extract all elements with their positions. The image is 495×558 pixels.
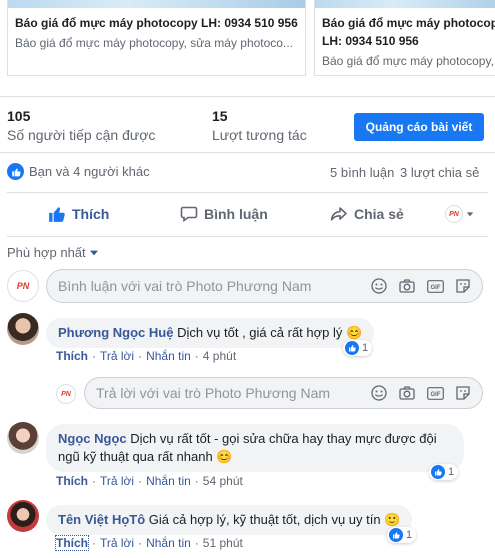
comment-time[interactable]: 4 phút bbox=[203, 349, 236, 363]
shares-count[interactable]: 3 lượt chia sẻ bbox=[400, 165, 479, 180]
emoji-icon[interactable] bbox=[370, 384, 388, 402]
comment-message-link[interactable]: Nhắn tin bbox=[146, 536, 191, 550]
reaction-summary-text: Bạn và 4 người khác bbox=[29, 164, 150, 179]
comment-reply-link[interactable]: Trả lời bbox=[100, 474, 134, 488]
comment-bubble: Tên Việt HọTô Giá cả hợp lý, kỹ thuật tố… bbox=[46, 505, 413, 535]
chevron-down-icon bbox=[466, 212, 474, 217]
comment-reactions[interactable]: 1 bbox=[343, 340, 373, 356]
link-preview-card[interactable]: Báo giá đổ mực máy photocopy LH: 0934 51… bbox=[7, 0, 306, 76]
like-button[interactable]: Thích bbox=[48, 196, 109, 232]
comment-actions: Thích · Trả lời · Nhắn tin · 51 phút bbox=[55, 535, 243, 551]
emoji-icon[interactable] bbox=[370, 277, 388, 295]
comment-label: Bình luận bbox=[204, 206, 268, 222]
engagement-label: Lượt tương tác bbox=[212, 127, 307, 143]
comment-reactions[interactable]: 1 bbox=[429, 464, 459, 480]
avatar[interactable] bbox=[7, 422, 39, 454]
reaction-count: 1 bbox=[448, 466, 455, 478]
comment-message-link[interactable]: Nhắn tin bbox=[146, 474, 191, 488]
comment-text: Dịch vụ tốt , giá cả rất hợp lý bbox=[177, 325, 343, 340]
reaction-count: 1 bbox=[362, 342, 369, 354]
boost-post-button[interactable]: Quảng cáo bài viết bbox=[354, 113, 484, 141]
comment-input[interactable]: Bình luận với vai trò Photo Phương Nam G… bbox=[46, 269, 483, 303]
share-icon bbox=[330, 207, 347, 221]
comment-author[interactable]: Ngọc Ngọc bbox=[58, 431, 127, 446]
comment-like-link[interactable]: Thích bbox=[56, 474, 88, 488]
comment-sort-dropdown[interactable]: Phù hợp nhất bbox=[7, 245, 98, 260]
divider bbox=[0, 152, 495, 153]
page-avatar: PN bbox=[56, 384, 76, 404]
comment-like-link[interactable]: Thích bbox=[55, 535, 89, 551]
camera-icon[interactable] bbox=[398, 384, 416, 402]
page-avatar: PN bbox=[7, 270, 39, 302]
svg-text:GIF: GIF bbox=[430, 392, 440, 398]
reach-value: 105 bbox=[7, 108, 31, 124]
divider bbox=[0, 96, 495, 97]
like-reaction-icon bbox=[345, 341, 359, 355]
comment-actions: Thích · Trả lời · Nhắn tin · 54 phút bbox=[56, 474, 243, 488]
like-reaction-icon bbox=[389, 528, 403, 542]
sticker-icon[interactable] bbox=[454, 277, 472, 295]
comment-author[interactable]: Phương Ngọc Huệ bbox=[58, 325, 173, 340]
share-label: Chia sẻ bbox=[354, 206, 404, 222]
reaction-summary[interactable]: Bạn và 4 người khác bbox=[7, 163, 150, 180]
svg-text:GIF: GIF bbox=[430, 285, 440, 291]
comment-reply-link[interactable]: Trả lời bbox=[100, 536, 134, 550]
engagement-value: 15 bbox=[212, 108, 228, 124]
divider bbox=[7, 236, 488, 237]
gif-icon[interactable]: GIF bbox=[426, 384, 444, 402]
like-reaction-icon bbox=[431, 465, 445, 479]
link-preview-card[interactable]: Báo giá đổ mực máy photocopy LH: 0934 51… bbox=[314, 0, 495, 76]
comment-reply-link[interactable]: Trả lời bbox=[100, 349, 134, 363]
comment-bubble: Phương Ngọc Huệ Dịch vụ tốt , giá cả rất… bbox=[46, 318, 375, 348]
camera-icon[interactable] bbox=[398, 277, 416, 295]
thumbs-up-icon bbox=[49, 207, 65, 222]
reply-input[interactable]: Trả lời với vai trò Photo Phương Nam GIF bbox=[84, 377, 483, 409]
page-logo: PN bbox=[445, 205, 463, 223]
preview-description: Báo giá đổ mực máy photocopy, sửa máy ph… bbox=[15, 36, 293, 50]
reach-label: Số người tiếp cận được bbox=[7, 127, 156, 143]
comment-button[interactable]: Bình luận bbox=[180, 196, 268, 232]
preview-image bbox=[8, 0, 305, 8]
avatar[interactable] bbox=[7, 313, 39, 345]
avatar[interactable] bbox=[7, 500, 39, 532]
like-reaction-icon bbox=[7, 163, 24, 180]
sort-label: Phù hợp nhất bbox=[7, 245, 86, 260]
comment-time[interactable]: 54 phút bbox=[203, 474, 243, 488]
preview-title: Báo giá đổ mực máy photocopy LH: 0934 51… bbox=[15, 16, 298, 30]
gif-icon[interactable]: GIF bbox=[426, 277, 444, 295]
like-label: Thích bbox=[72, 206, 110, 222]
share-button[interactable]: Chia sẻ bbox=[330, 196, 404, 232]
comments-count[interactable]: 5 bình luận bbox=[330, 165, 394, 180]
reply-input-placeholder: Trả lời với vai trò Photo Phương Nam bbox=[96, 385, 331, 401]
comment-icon bbox=[180, 206, 198, 223]
smile-emoji: 😊 bbox=[216, 449, 233, 464]
preview-image bbox=[315, 0, 495, 8]
preview-description: Báo giá đổ mực máy photocopy, sửa máy ph… bbox=[322, 54, 495, 68]
comment-text: Giá cả hợp lý, kỹ thuật tốt, dịch vụ uy … bbox=[148, 512, 381, 527]
page-identity-switcher[interactable]: PN bbox=[445, 205, 474, 223]
comment-time[interactable]: 51 phút bbox=[203, 536, 243, 550]
comment-bubble: Ngọc Ngọc Dịch vụ rất tốt - gọi sửa chữa… bbox=[46, 424, 464, 472]
comment-author[interactable]: Tên Việt HọTô bbox=[58, 512, 145, 527]
comment-input-placeholder: Bình luận với vai trò Photo Phương Nam bbox=[58, 278, 312, 294]
preview-title: Báo giá đổ mực máy photocopy LH: 0934 51… bbox=[322, 16, 495, 48]
smile-emoji: 🙂 bbox=[384, 512, 401, 527]
caret-down-icon bbox=[89, 250, 98, 255]
comment-message-link[interactable]: Nhắn tin bbox=[146, 349, 191, 363]
reaction-count: 1 bbox=[406, 529, 413, 541]
comment-reactions[interactable]: 1 bbox=[387, 527, 417, 543]
comment-actions: Thích · Trả lời · Nhắn tin · 4 phút bbox=[56, 349, 237, 363]
smile-emoji: 😊 bbox=[346, 325, 363, 340]
sticker-icon[interactable] bbox=[454, 384, 472, 402]
divider bbox=[7, 192, 488, 193]
comment-like-link[interactable]: Thích bbox=[56, 349, 88, 363]
